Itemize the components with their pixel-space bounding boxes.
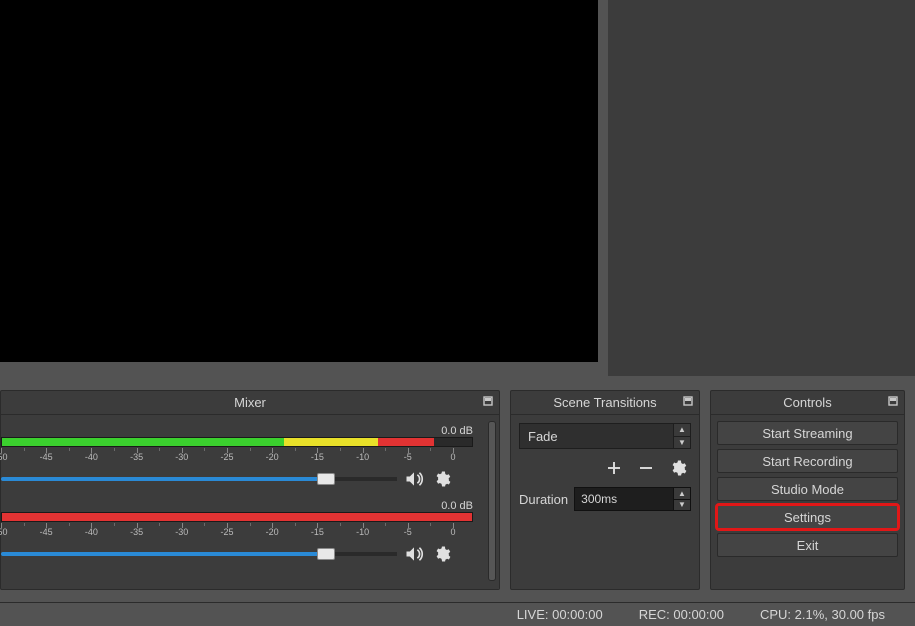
mixer-track: 0.0 dB -50-45-40-35-30-25-20-15-10-50 (1, 425, 473, 490)
scene-transitions-title: Scene Transitions (553, 395, 656, 410)
start-streaming-button[interactable]: Start Streaming (717, 421, 898, 445)
preview-side-panel (608, 0, 915, 376)
db-label: 0.0 dB (1, 500, 473, 512)
gear-icon[interactable] (431, 543, 453, 565)
vu-meter (1, 512, 473, 522)
speaker-icon[interactable] (403, 468, 425, 490)
mixer-title: Mixer (234, 395, 266, 410)
settings-button[interactable]: Settings (717, 505, 898, 529)
duration-value: 300ms (581, 492, 617, 506)
status-live: LIVE: 00:00:00 (517, 607, 603, 622)
dock-icon[interactable] (683, 396, 693, 406)
transition-selected: Fade (528, 429, 558, 444)
scrollbar[interactable] (488, 421, 496, 581)
db-label: 0.0 dB (1, 425, 473, 437)
remove-transition-button[interactable] (635, 457, 657, 479)
settings-label: Settings (784, 510, 831, 525)
status-rec: REC: 00:00:00 (639, 607, 724, 622)
mixer-header: Mixer (1, 391, 499, 415)
status-cpu: CPU: 2.1%, 30.00 fps (760, 607, 885, 622)
controls-header: Controls (711, 391, 904, 415)
scene-transitions-header: Scene Transitions (511, 391, 699, 415)
speaker-icon[interactable] (403, 543, 425, 565)
dock-icon[interactable] (888, 396, 898, 406)
controls-title: Controls (783, 395, 831, 410)
studio-mode-label: Studio Mode (771, 482, 844, 497)
gear-icon[interactable] (431, 468, 453, 490)
exit-button[interactable]: Exit (717, 533, 898, 557)
volume-slider[interactable] (1, 477, 397, 481)
start-streaming-label: Start Streaming (762, 426, 852, 441)
mixer-track: 0.0 dB -50-45-40-35-30-25-20-15-10-50 (1, 500, 473, 565)
status-bar: LIVE: 00:00:00 REC: 00:00:00 CPU: 2.1%, … (0, 602, 915, 626)
controls-panel: Controls Start Streaming Start Recording… (710, 390, 905, 590)
spinbox-buttons[interactable]: ▲▼ (673, 487, 691, 511)
scene-transitions-panel: Scene Transitions Fade ▲▼ (510, 390, 700, 590)
exit-label: Exit (797, 538, 819, 553)
mixer-panel: Mixer 0.0 dB -50-45-40-35-30-25-20-15-10… (0, 390, 500, 590)
dropdown-spinner[interactable]: ▲▼ (673, 423, 691, 449)
add-transition-button[interactable] (603, 457, 625, 479)
duration-spinbox[interactable]: 300ms ▲▼ (574, 487, 691, 511)
studio-mode-button[interactable]: Studio Mode (717, 477, 898, 501)
transition-settings-button[interactable] (667, 457, 689, 479)
slider-thumb[interactable] (317, 548, 335, 560)
volume-slider[interactable] (1, 552, 397, 556)
vu-meter (1, 437, 473, 447)
db-scale: -50-45-40-35-30-25-20-15-10-50 (1, 523, 453, 537)
duration-label: Duration (519, 492, 568, 507)
start-recording-button[interactable]: Start Recording (717, 449, 898, 473)
dock-icon[interactable] (483, 396, 493, 406)
preview-canvas[interactable] (0, 0, 598, 362)
transition-select[interactable]: Fade ▲▼ (519, 423, 691, 449)
slider-thumb[interactable] (317, 473, 335, 485)
db-scale: -50-45-40-35-30-25-20-15-10-50 (1, 448, 453, 462)
start-recording-label: Start Recording (762, 454, 852, 469)
